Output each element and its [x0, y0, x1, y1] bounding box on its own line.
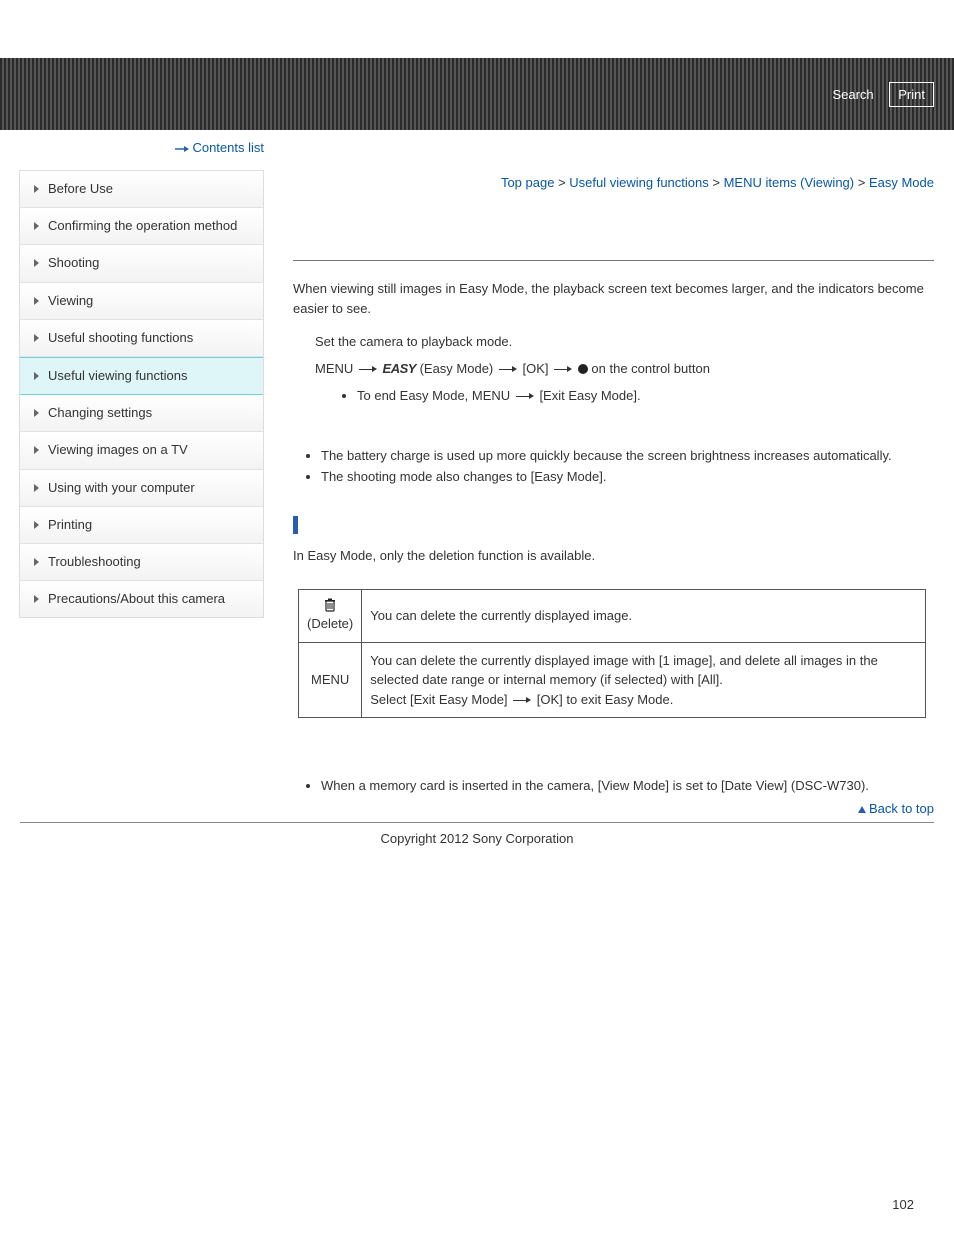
sidebar-item-label: Shooting — [48, 255, 99, 270]
search-button[interactable]: Search — [824, 83, 881, 106]
sidebar: Before Use Confirming the operation metho… — [19, 170, 264, 618]
sidebar-item-4[interactable]: Useful shooting functions — [20, 320, 263, 357]
arrow-right-icon — [175, 145, 189, 153]
delete-description: You can delete the currently displayed i… — [362, 590, 926, 643]
step-1: Set the camera to playback mode. — [315, 332, 934, 353]
sidebar-item-label: Using with your computer — [48, 480, 195, 495]
arrow-right-icon — [554, 366, 572, 373]
copyright: Copyright 2012 Sony Corporation — [0, 831, 954, 846]
step-2: MENU EASY (Easy Mode) [OK] on the contro… — [315, 359, 934, 380]
crumb-l2[interactable]: MENU items (Viewing) — [724, 175, 855, 190]
sidebar-item-label: Changing settings — [48, 405, 152, 420]
arrow-right-icon — [499, 366, 517, 373]
sidebar-item-1[interactable]: Confirming the operation method — [20, 208, 263, 245]
crumb-l1[interactable]: Useful viewing functions — [569, 175, 708, 190]
sidebar-item-label: Precautions/About this camera — [48, 591, 225, 606]
chevron-right-icon — [34, 334, 39, 342]
chevron-right-icon — [34, 259, 39, 267]
easy-icon: EASY — [383, 361, 416, 376]
arrow-right-icon — [359, 366, 377, 373]
footer-divider — [20, 822, 934, 823]
sidebar-item-11[interactable]: Precautions/About this camera — [20, 581, 263, 617]
sidebar-item-label: Useful shooting functions — [48, 330, 193, 345]
top-banner: Search Print — [0, 58, 954, 130]
delete-cell: (Delete) — [299, 590, 362, 643]
arrow-right-icon — [513, 697, 531, 704]
sidebar-item-0[interactable]: Before Use — [20, 171, 263, 208]
chevron-right-icon — [34, 595, 39, 603]
sidebar-item-9[interactable]: Printing — [20, 507, 263, 544]
contents-list-link[interactable]: Contents list — [19, 130, 264, 155]
contents-list-label: Contents list — [192, 140, 264, 155]
note-2: The shooting mode also changes to [Easy … — [321, 467, 934, 488]
crumb-top[interactable]: Top page — [501, 175, 555, 190]
notes-list: The battery charge is used up more quick… — [321, 446, 934, 488]
section-intro: In Easy Mode, only the deletion function… — [293, 546, 934, 566]
intro-text: When viewing still images in Easy Mode, … — [293, 279, 934, 318]
sidebar-item-label: Troubleshooting — [48, 554, 141, 569]
sidebar-item-label: Viewing — [48, 293, 93, 308]
menu-cell: MENU — [299, 642, 362, 718]
chevron-right-icon — [34, 185, 39, 193]
chevron-right-icon — [34, 409, 39, 417]
crumb-current[interactable]: Easy Mode — [869, 175, 934, 190]
sidebar-item-label: Useful viewing functions — [48, 368, 187, 383]
sidebar-item-7[interactable]: Viewing images on a TV — [20, 432, 263, 469]
chevron-right-icon — [34, 446, 39, 454]
sidebar-item-10[interactable]: Troubleshooting — [20, 544, 263, 581]
sidebar-item-5[interactable]: Useful viewing functions — [20, 357, 263, 395]
sidebar-item-3[interactable]: Viewing — [20, 283, 263, 320]
sidebar-item-label: Printing — [48, 517, 92, 532]
arrow-right-icon — [516, 393, 534, 400]
section-marker — [293, 516, 298, 534]
note-1: The battery charge is used up more quick… — [321, 446, 934, 467]
sidebar-item-label: Before Use — [48, 181, 113, 196]
sidebar-item-6[interactable]: Changing settings — [20, 395, 263, 432]
end-easy-note: To end Easy Mode, MENU [Exit Easy Mode]. — [357, 386, 934, 407]
final-note-list: When a memory card is inserted in the ca… — [321, 778, 934, 793]
chevron-right-icon — [34, 222, 39, 230]
chevron-right-icon — [34, 484, 39, 492]
print-button[interactable]: Print — [889, 82, 934, 107]
sidebar-item-label: Confirming the operation method — [48, 218, 237, 233]
chevron-right-icon — [34, 372, 39, 380]
chevron-right-icon — [34, 297, 39, 305]
sidebar-item-label: Viewing images on a TV — [48, 442, 188, 457]
sidebar-item-8[interactable]: Using with your computer — [20, 470, 263, 507]
breadcrumb: Top page > Useful viewing functions > ME… — [293, 175, 934, 190]
triangle-up-icon — [858, 806, 866, 813]
menu-description: You can delete the currently displayed i… — [362, 642, 926, 718]
sidebar-item-2[interactable]: Shooting — [20, 245, 263, 282]
divider — [293, 260, 934, 261]
center-button-icon — [578, 364, 588, 374]
final-note: When a memory card is inserted in the ca… — [321, 778, 934, 793]
chevron-right-icon — [34, 558, 39, 566]
back-to-top-link[interactable]: Back to top — [869, 801, 934, 816]
functions-table: (Delete) You can delete the currently di… — [298, 589, 926, 718]
chevron-right-icon — [34, 521, 39, 529]
main-content: Top page > Useful viewing functions > ME… — [293, 155, 934, 816]
page-number: 102 — [892, 1197, 914, 1212]
trash-icon — [323, 598, 337, 612]
